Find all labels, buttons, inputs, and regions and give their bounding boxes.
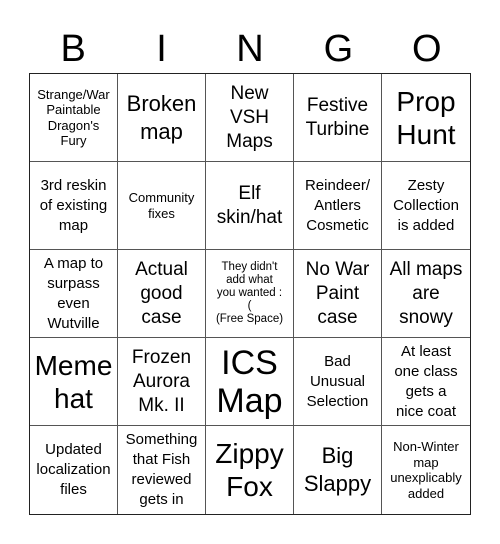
cell-text: Broken map (126, 90, 197, 144)
cell-text: Updated localization files (36, 441, 111, 498)
cell-text: Big Slappy (303, 443, 372, 496)
cell-text: Reindeer/ Antlers Cosmetic (304, 176, 371, 234)
cell-text: Strange/War Paintable Dragon's Fury (37, 86, 110, 149)
header-letter-n: N (236, 28, 264, 70)
bingo-cell[interactable]: Non-Winter map unexplicably added (382, 426, 470, 514)
bingo-header: B I N G O (29, 24, 471, 74)
cell-text: New VSH Maps (226, 82, 273, 152)
cell-text: Zippy Fox (215, 438, 284, 502)
cell-text: Festive Turbine (305, 94, 370, 140)
header-letter-i: I (156, 28, 167, 70)
cell-text: Community fixes (128, 190, 195, 221)
cell-text: A map to surpass even Wutville (43, 254, 104, 332)
bingo-cell[interactable]: A map to surpass even Wutville (30, 250, 118, 338)
header-letter-b: B (60, 28, 86, 70)
bingo-grid: Strange/War Paintable Dragon's Fury Brok… (29, 73, 471, 515)
bingo-cell[interactable]: Festive Turbine (294, 74, 382, 162)
bingo-cell[interactable]: All maps are snowy (382, 250, 470, 338)
bingo-cell[interactable]: Meme hat (30, 338, 118, 426)
bingo-cell[interactable]: New VSH Maps (206, 74, 294, 162)
cell-text: Frozen Aurora Mk. II (131, 346, 192, 416)
bingo-cell[interactable]: Zesty Collection is added (382, 162, 470, 250)
cell-text: Meme hat (34, 349, 113, 414)
bingo-cell[interactable]: No War Paint case (294, 250, 382, 338)
cell-text: Something that Fish reviewed gets in (125, 431, 198, 508)
bingo-cell[interactable]: Elf skin/hat (206, 162, 294, 250)
cell-text: At least one class gets a nice coat (394, 342, 458, 420)
cell-text: Actual good case (135, 258, 188, 328)
bingo-cell[interactable]: Updated localization files (30, 426, 118, 514)
bingo-cell[interactable]: Actual good case (118, 250, 206, 338)
bingo-cell[interactable]: Big Slappy (294, 426, 382, 514)
cell-text: No War Paint case (305, 258, 370, 328)
bingo-cell[interactable]: Frozen Aurora Mk. II (118, 338, 206, 426)
bingo-cell[interactable]: At least one class gets a nice coat (382, 338, 470, 426)
bingo-cell[interactable]: Bad Unusual Selection (294, 338, 382, 426)
bingo-cell[interactable]: Something that Fish reviewed gets in (118, 426, 206, 514)
header-letter-g: G (323, 28, 354, 70)
cell-text: They didn't add what you wanted : ( (Fre… (215, 261, 284, 325)
bingo-cell[interactable]: Zippy Fox (206, 426, 294, 514)
cell-text: All maps are snowy (389, 258, 463, 328)
bingo-cell[interactable]: ICS Map (206, 338, 294, 426)
bingo-cell[interactable]: Strange/War Paintable Dragon's Fury (30, 74, 118, 162)
bingo-cell[interactable]: 3rd reskin of existing map (30, 162, 118, 250)
cell-text: ICS Map (216, 343, 283, 420)
cell-text: Prop Hunt (396, 85, 456, 150)
cell-text: Zesty Collection is added (393, 176, 459, 234)
bingo-cell[interactable]: Community fixes (118, 162, 206, 250)
bingo-cell[interactable]: Prop Hunt (382, 74, 470, 162)
cell-text: Non-Winter map unexplicably added (390, 439, 462, 501)
bingo-cell[interactable]: Broken map (118, 74, 206, 162)
header-letter-o: O (411, 28, 442, 70)
cell-text: Elf skin/hat (216, 182, 283, 228)
cell-text: 3rd reskin of existing map (39, 176, 108, 234)
bingo-cell[interactable]: Reindeer/ Antlers Cosmetic (294, 162, 382, 250)
bingo-cell-free-space[interactable]: They didn't add what you wanted : ( (Fre… (206, 250, 294, 338)
cell-text: Bad Unusual Selection (306, 352, 369, 410)
